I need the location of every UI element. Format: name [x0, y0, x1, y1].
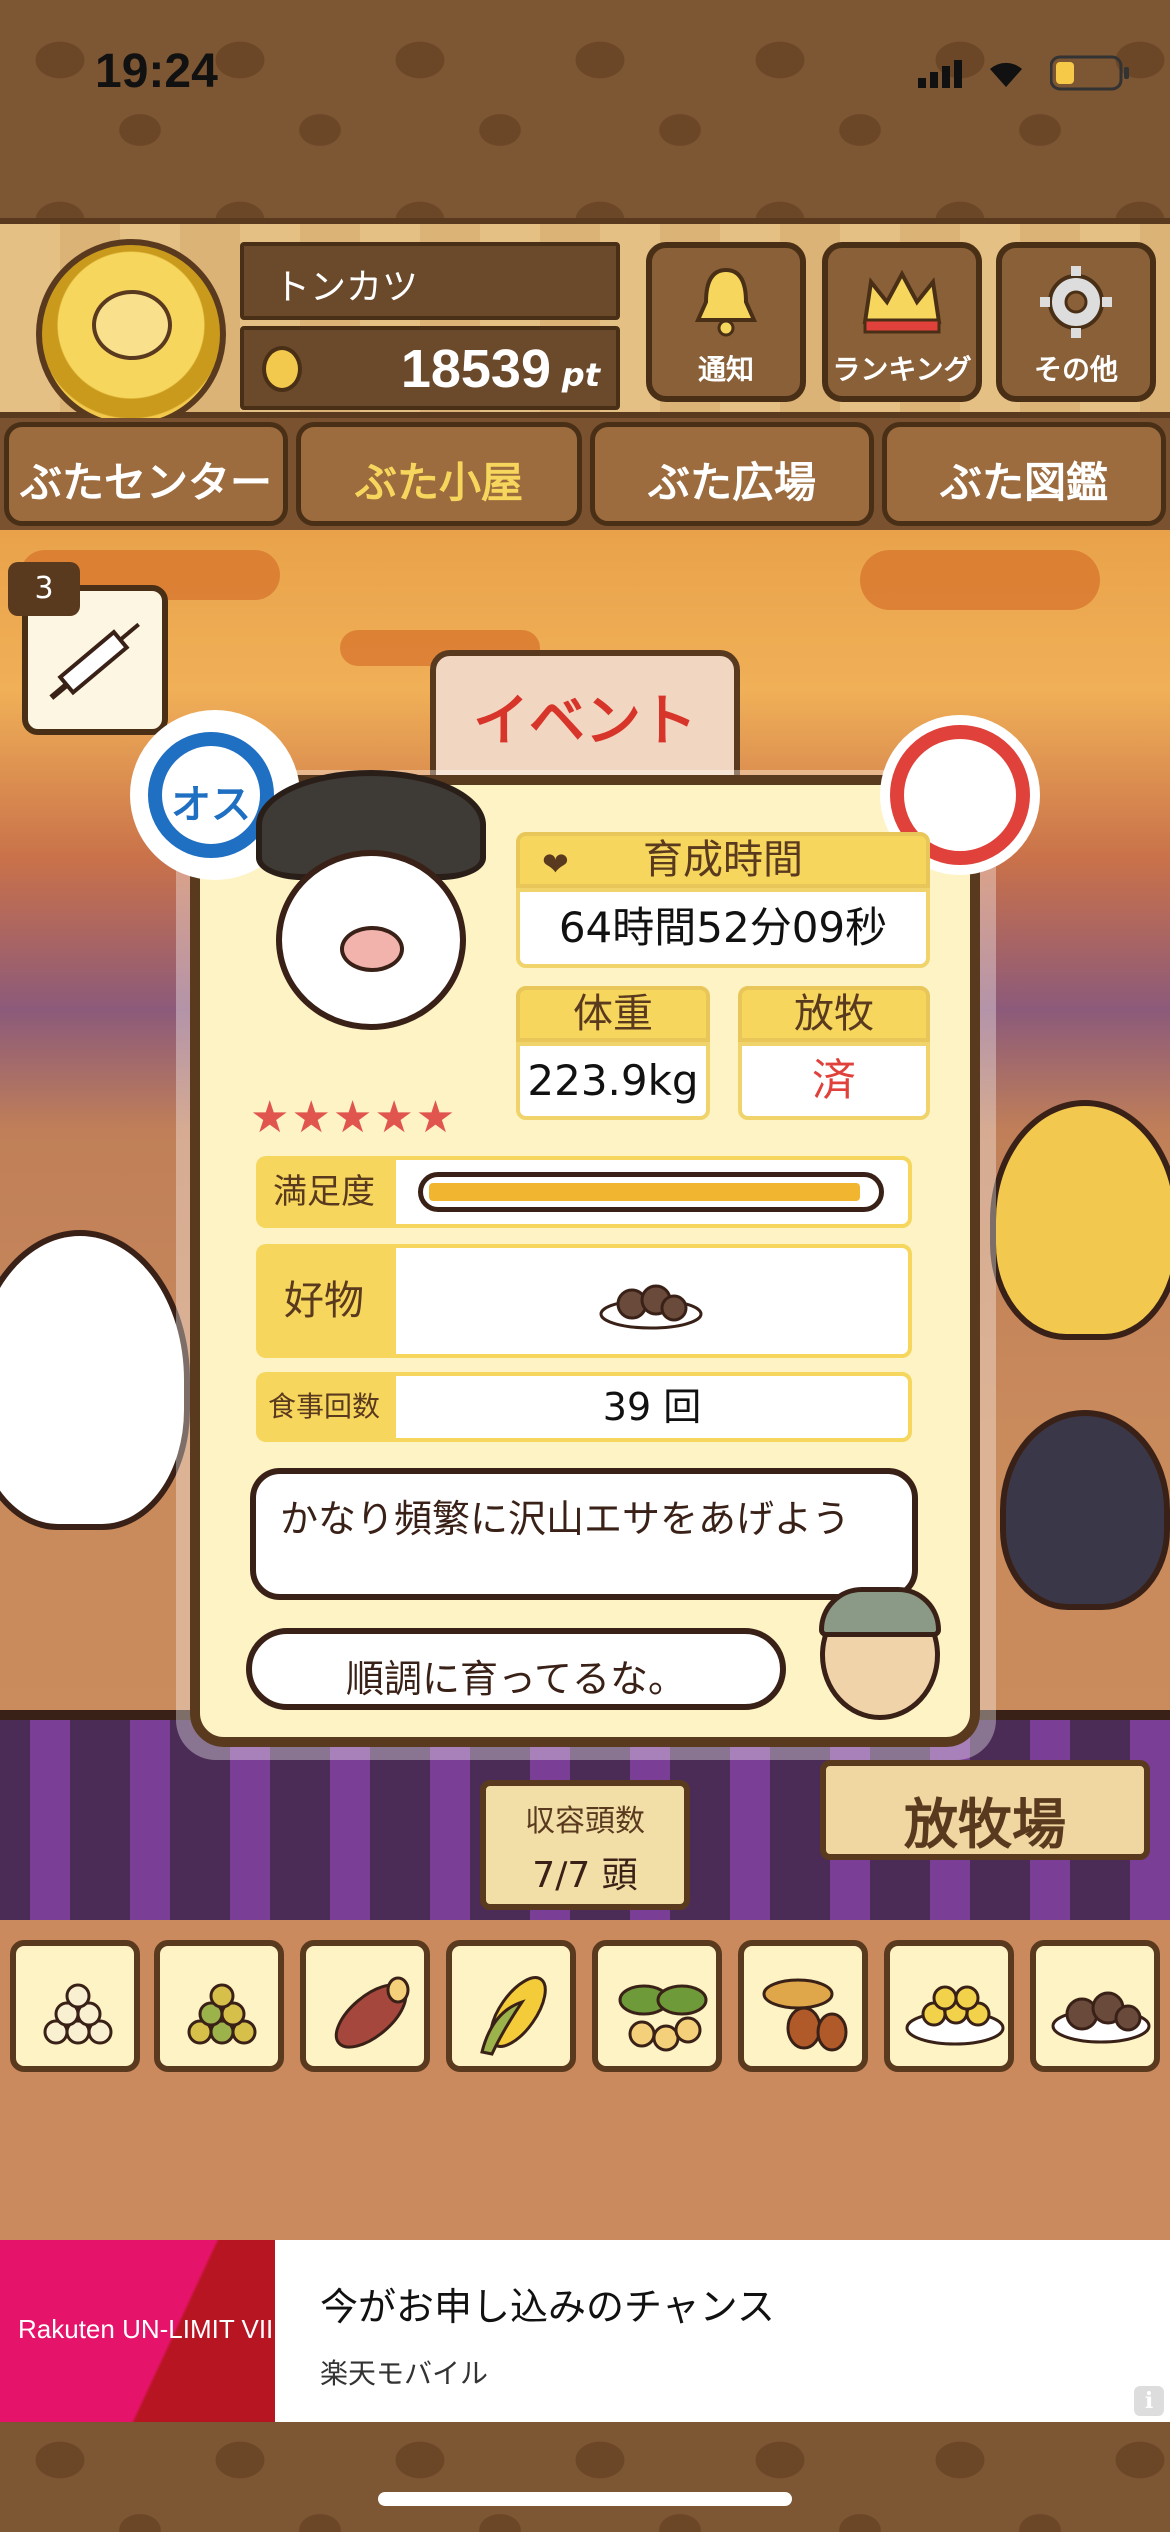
battery-icon	[1050, 55, 1129, 91]
ad-brand-logo: Rakuten UN-LIMIT VII	[0, 2240, 275, 2422]
capacity-value: 7/7 頭	[532, 1855, 638, 1896]
food-slot-meatball-dish[interactable]	[1030, 1940, 1160, 2072]
grain-pile-white-icon	[43, 1983, 113, 2045]
tab-buta-center[interactable]: ぶたセンター	[4, 422, 288, 526]
tab-buta-encyclopedia[interactable]: ぶた図鑑	[882, 422, 1166, 526]
weight-value: 223.9kg	[516, 1042, 710, 1120]
food-slot-beans[interactable]	[592, 1940, 722, 2072]
pasture-sign-button[interactable]: 放牧場	[820, 1760, 1150, 1860]
points-unit: pt	[561, 356, 600, 394]
status-time: 19:24	[95, 45, 218, 98]
farmer-cap	[819, 1587, 941, 1637]
food-slot-grain-green[interactable]	[154, 1940, 284, 2072]
player-name: トンカツ	[274, 267, 419, 308]
satisfaction-meter	[392, 1156, 912, 1228]
points-box: 18539 pt	[240, 326, 620, 410]
meals-value: 39 回	[392, 1372, 912, 1442]
coin-icon	[262, 346, 302, 392]
sweet-potato-icon	[334, 1976, 410, 2049]
raising-time-label: 育成時間	[643, 837, 803, 883]
points-value: 18539	[400, 339, 551, 399]
crown-icon	[828, 262, 976, 358]
other-label: その他	[1033, 353, 1118, 386]
bell-icon	[652, 262, 800, 358]
meatball-dish-icon	[599, 1284, 703, 1330]
beans-leaves-icon	[618, 1984, 708, 2052]
ad-banner[interactable]: Rakuten UN-LIMIT VII 今がお申し込みのチャンス 楽天モバイル…	[0, 2240, 1170, 2422]
pig-character-left[interactable]	[0, 1230, 190, 1530]
comment-text: 順調に育ってるな。	[345, 1657, 687, 1701]
wifi-icon	[990, 62, 1022, 87]
rank-medal-pig-icon[interactable]	[36, 239, 226, 429]
status-bar: 19:24	[0, 0, 1170, 150]
pasture-sign-text: 放牧場	[904, 1793, 1066, 1856]
ad-title: 今がお申し込みのチャンス	[320, 2285, 775, 2329]
header-bar: トンカツ 18539 pt 通知 ランキング その他	[0, 218, 1170, 429]
acorn-icon	[762, 1978, 848, 2052]
tab-buta-plaza[interactable]: ぶた広場	[590, 422, 874, 526]
cloud	[860, 550, 1100, 610]
meatball-dish-icon	[1051, 1991, 1151, 2044]
ad-info-icon[interactable]: i	[1134, 2386, 1164, 2416]
pig-snout	[340, 926, 404, 972]
advice-bubble: かなり頻繁に沢山エサをあげよう	[250, 1468, 918, 1600]
main-nav: ぶたセンター ぶた小屋 ぶた広場 ぶた図鑑	[0, 418, 1170, 530]
raising-time-header: ❤ 育成時間	[516, 832, 930, 888]
ad-subtitle: 楽天モバイル	[320, 2357, 489, 2390]
other-button[interactable]: その他	[996, 242, 1156, 402]
syringe-count-badge: 3	[8, 562, 80, 616]
satisfaction-bar-track	[418, 1172, 884, 1212]
comment-bubble: 順調に育ってるな。	[246, 1628, 786, 1710]
capacity-sign: 収容頭数 7/7 頭	[480, 1780, 690, 1910]
food-slot-corn[interactable]	[446, 1940, 576, 2072]
farmer-face-icon	[819, 1587, 941, 1720]
pig-portrait	[236, 770, 496, 1090]
player-name-box: トンカツ	[240, 242, 620, 320]
soybean-dish-icon	[905, 1985, 1005, 2046]
food-bar	[0, 1930, 1170, 2080]
ranking-label: ランキング	[832, 353, 972, 386]
food-slot-soybean-dish[interactable]	[884, 1940, 1014, 2072]
tab-label: ぶた図鑑	[939, 458, 1108, 507]
home-indicator[interactable]	[378, 2492, 792, 2506]
ranking-button[interactable]: ランキング	[822, 242, 982, 402]
food-slot-grain-white[interactable]	[10, 1940, 140, 2072]
food-slot-sweet-potato[interactable]	[300, 1940, 430, 2072]
tab-label: ぶたセンター	[19, 458, 272, 507]
tab-label: ぶた広場	[647, 458, 816, 507]
pig-face-icon	[92, 290, 172, 360]
pig-face-icon	[276, 850, 466, 1030]
advice-text: かなり頻繁に沢山エサをあげよう	[280, 1497, 851, 1541]
pig-character-pharaoh[interactable]	[990, 1100, 1170, 1340]
raising-time-value: 64時間52分09秒	[516, 888, 930, 968]
meals-label: 食事回数	[256, 1372, 392, 1442]
heart-icon: ❤	[542, 845, 569, 883]
ad-brand-text: Rakuten UN-LIMIT VII	[18, 2314, 274, 2344]
pasture-value: 済	[738, 1042, 930, 1120]
food-slot-acorn[interactable]	[738, 1940, 868, 2072]
cellular-signal-icon	[918, 60, 962, 88]
status-icons	[918, 55, 1130, 91]
satisfaction-label: 満足度	[256, 1156, 392, 1228]
pasture-label: 放牧	[738, 986, 930, 1042]
boar-character[interactable]	[1000, 1410, 1170, 1610]
favorite-label: 好物	[256, 1244, 392, 1358]
star-rating: ★★★★★	[250, 1092, 458, 1143]
weight-label: 体重	[516, 986, 710, 1042]
gear-icon	[1002, 262, 1150, 358]
corn-icon	[480, 1976, 547, 2056]
notification-label: 通知	[697, 353, 754, 386]
satisfaction-bar-fill	[429, 1183, 860, 1201]
capacity-label: 収容頭数	[525, 1804, 645, 1839]
tab-label: ぶた小屋	[354, 458, 523, 507]
favorite-food-box	[392, 1244, 912, 1358]
grain-pile-green-icon	[187, 1983, 257, 2045]
tab-buta-hut[interactable]: ぶた小屋	[296, 422, 582, 526]
event-sign-text: イベント	[473, 689, 697, 754]
notification-button[interactable]: 通知	[646, 242, 806, 402]
